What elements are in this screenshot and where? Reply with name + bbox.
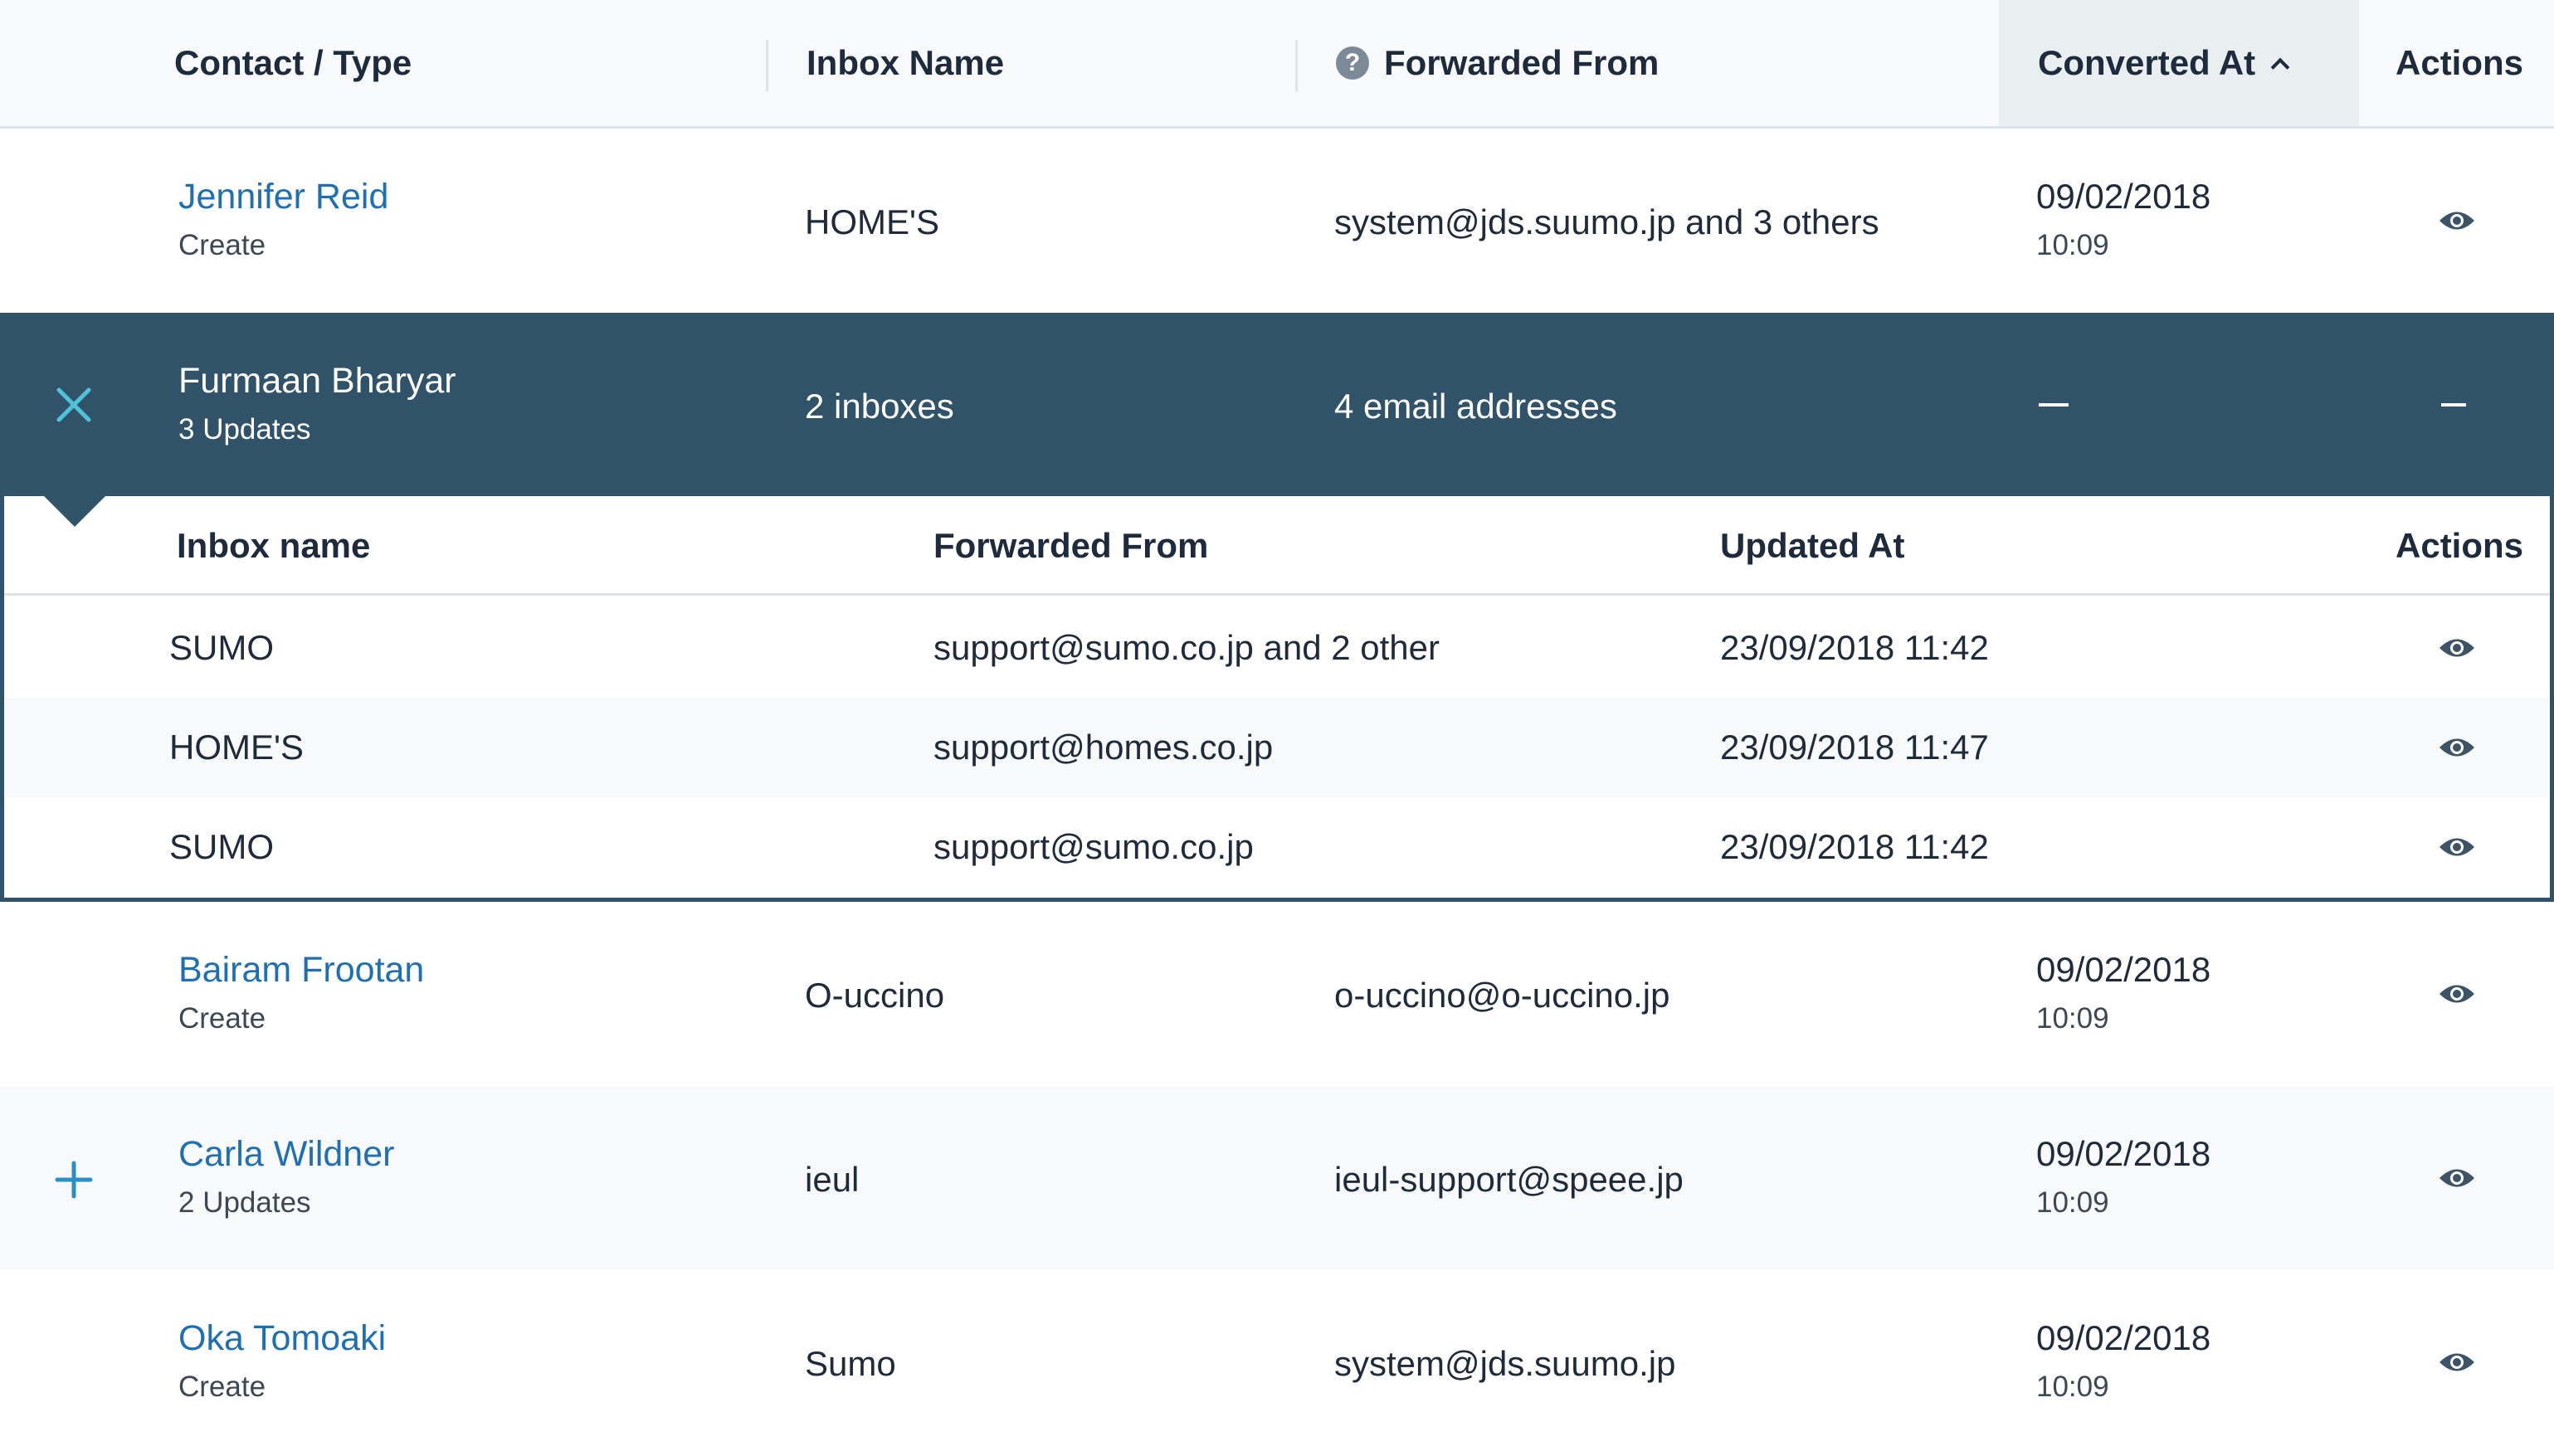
- header-inbox-name[interactable]: Inbox Name: [807, 0, 1004, 126]
- table-header: Contact / Type Inbox Name ? Forwarded Fr…: [0, 0, 2554, 129]
- sub-forwarded-from: support@sumo.co.jp: [933, 827, 1254, 866]
- eye-icon[interactable]: [2438, 835, 2476, 859]
- table-row-expanded[interactable]: Furmaan Bharyar 3 Updates 2 inboxes 4 em…: [0, 313, 2554, 497]
- inbox-name: HOME'S: [805, 202, 940, 241]
- table-row[interactable]: Carla Wildner 2 Updates ieul ieul-suppor…: [0, 1086, 2554, 1270]
- converted-date: 09/02/2018: [2036, 1318, 2211, 1357]
- sub-header-inbox-name: Inbox name: [177, 526, 371, 565]
- table-row[interactable]: Oka Tomoaki Create Sumo system@jds.suumo…: [0, 1270, 2554, 1454]
- email-address-count: 4 email addresses: [1334, 387, 1617, 426]
- inbox-count: 2 inboxes: [805, 387, 954, 426]
- contact-type: Create: [178, 229, 266, 261]
- table-row[interactable]: Bairam Frootan Create O-uccino o-uccino@…: [0, 902, 2554, 1086]
- close-icon[interactable]: [56, 387, 92, 423]
- plus-icon[interactable]: [55, 1161, 93, 1199]
- converted-time: 10:09: [2036, 229, 2109, 261]
- sub-inbox-name: HOME'S: [169, 728, 305, 767]
- converted-time: 10:09: [2036, 1186, 2109, 1219]
- header-contact-type[interactable]: Contact / Type: [174, 0, 412, 126]
- column-divider: [1295, 40, 1298, 91]
- contact-name-link[interactable]: Jennifer Reid: [178, 177, 388, 217]
- eye-icon[interactable]: [2438, 1166, 2476, 1191]
- sub-updated-at: 23/09/2018 11:47: [1720, 728, 1989, 767]
- converted-date: 09/02/2018: [2036, 1134, 2211, 1173]
- sub-inbox-name: SUMO: [169, 628, 274, 667]
- contact-name-link[interactable]: Oka Tomoaki: [178, 1318, 386, 1359]
- empty-dash: [2441, 403, 2466, 407]
- column-divider: [766, 40, 768, 91]
- contact-name-link[interactable]: Furmaan Bharyar: [178, 361, 456, 402]
- sub-table-row[interactable]: HOME'S support@homes.co.jp 23/09/2018 11…: [4, 698, 2550, 797]
- contact-type: 3 Updates: [178, 413, 311, 446]
- eye-icon[interactable]: [2438, 208, 2476, 233]
- inbox-name: O-uccino: [805, 976, 945, 1015]
- header-converted-at[interactable]: Converted At: [2038, 0, 2290, 126]
- forwarded-from: ieul-support@speee.jp: [1334, 1160, 1684, 1199]
- question-icon[interactable]: ?: [1336, 46, 1369, 80]
- chevron-up-icon: [2270, 57, 2290, 77]
- sub-forwarded-from: support@sumo.co.jp and 2 other: [933, 628, 1440, 667]
- header-forwarded-from[interactable]: ? Forwarded From: [1336, 0, 1659, 126]
- sub-inbox-name: SUMO: [169, 827, 274, 866]
- contact-name-link[interactable]: Carla Wildner: [178, 1134, 394, 1175]
- eye-icon[interactable]: [2438, 1350, 2476, 1375]
- sub-updated-at: 23/09/2018 11:42: [1720, 628, 1989, 667]
- expand-pointer: [43, 495, 106, 527]
- forwarded-from: system@jds.suumo.jp: [1334, 1344, 1676, 1383]
- empty-dash: [2039, 403, 2069, 407]
- eye-icon[interactable]: [2438, 635, 2476, 660]
- sub-forwarded-from: support@homes.co.jp: [933, 728, 1274, 767]
- sub-updated-at: 23/09/2018 11:42: [1720, 827, 1989, 866]
- converted-date: 09/02/2018: [2036, 177, 2211, 216]
- sub-header-forwarded-from: Forwarded From: [933, 526, 1209, 565]
- sub-table-row[interactable]: SUMO support@sumo.co.jp and 2 other 23/0…: [4, 598, 2550, 698]
- eye-icon[interactable]: [2438, 735, 2476, 760]
- sub-header-actions: Actions: [2396, 526, 2524, 565]
- converted-time: 10:09: [2036, 1002, 2109, 1035]
- header-actions: Actions: [2396, 43, 2524, 82]
- contact-type: Create: [178, 1002, 266, 1035]
- inbox-name: Sumo: [805, 1344, 896, 1383]
- contact-type: Create: [178, 1371, 266, 1403]
- sub-table-row[interactable]: SUMO support@sumo.co.jp 23/09/2018 11:42: [4, 797, 2550, 897]
- header-forwarded-from-label: Forwarded From: [1384, 43, 1660, 82]
- converted-date: 09/02/2018: [2036, 950, 2211, 989]
- expanded-panel: Inbox name Forwarded From Updated At Act…: [0, 496, 2554, 902]
- forwarded-from: system@jds.suumo.jp and 3 others: [1334, 202, 1879, 241]
- forwarded-from: o-uccino@o-uccino.jp: [1334, 976, 1670, 1015]
- sub-header-updated-at: Updated At: [1720, 526, 1905, 565]
- converted-time: 10:09: [2036, 1371, 2109, 1403]
- eye-icon[interactable]: [2438, 981, 2476, 1006]
- header-converted-at-label: Converted At: [2038, 43, 2256, 82]
- contact-type: 2 Updates: [178, 1186, 311, 1219]
- table-row[interactable]: Jennifer Reid Create HOME'S system@jds.s…: [0, 129, 2554, 313]
- sub-table-header: Inbox name Forwarded From Updated At Act…: [4, 496, 2550, 596]
- contact-name-link[interactable]: Bairam Frootan: [178, 950, 424, 991]
- inbox-name: ieul: [805, 1160, 860, 1199]
